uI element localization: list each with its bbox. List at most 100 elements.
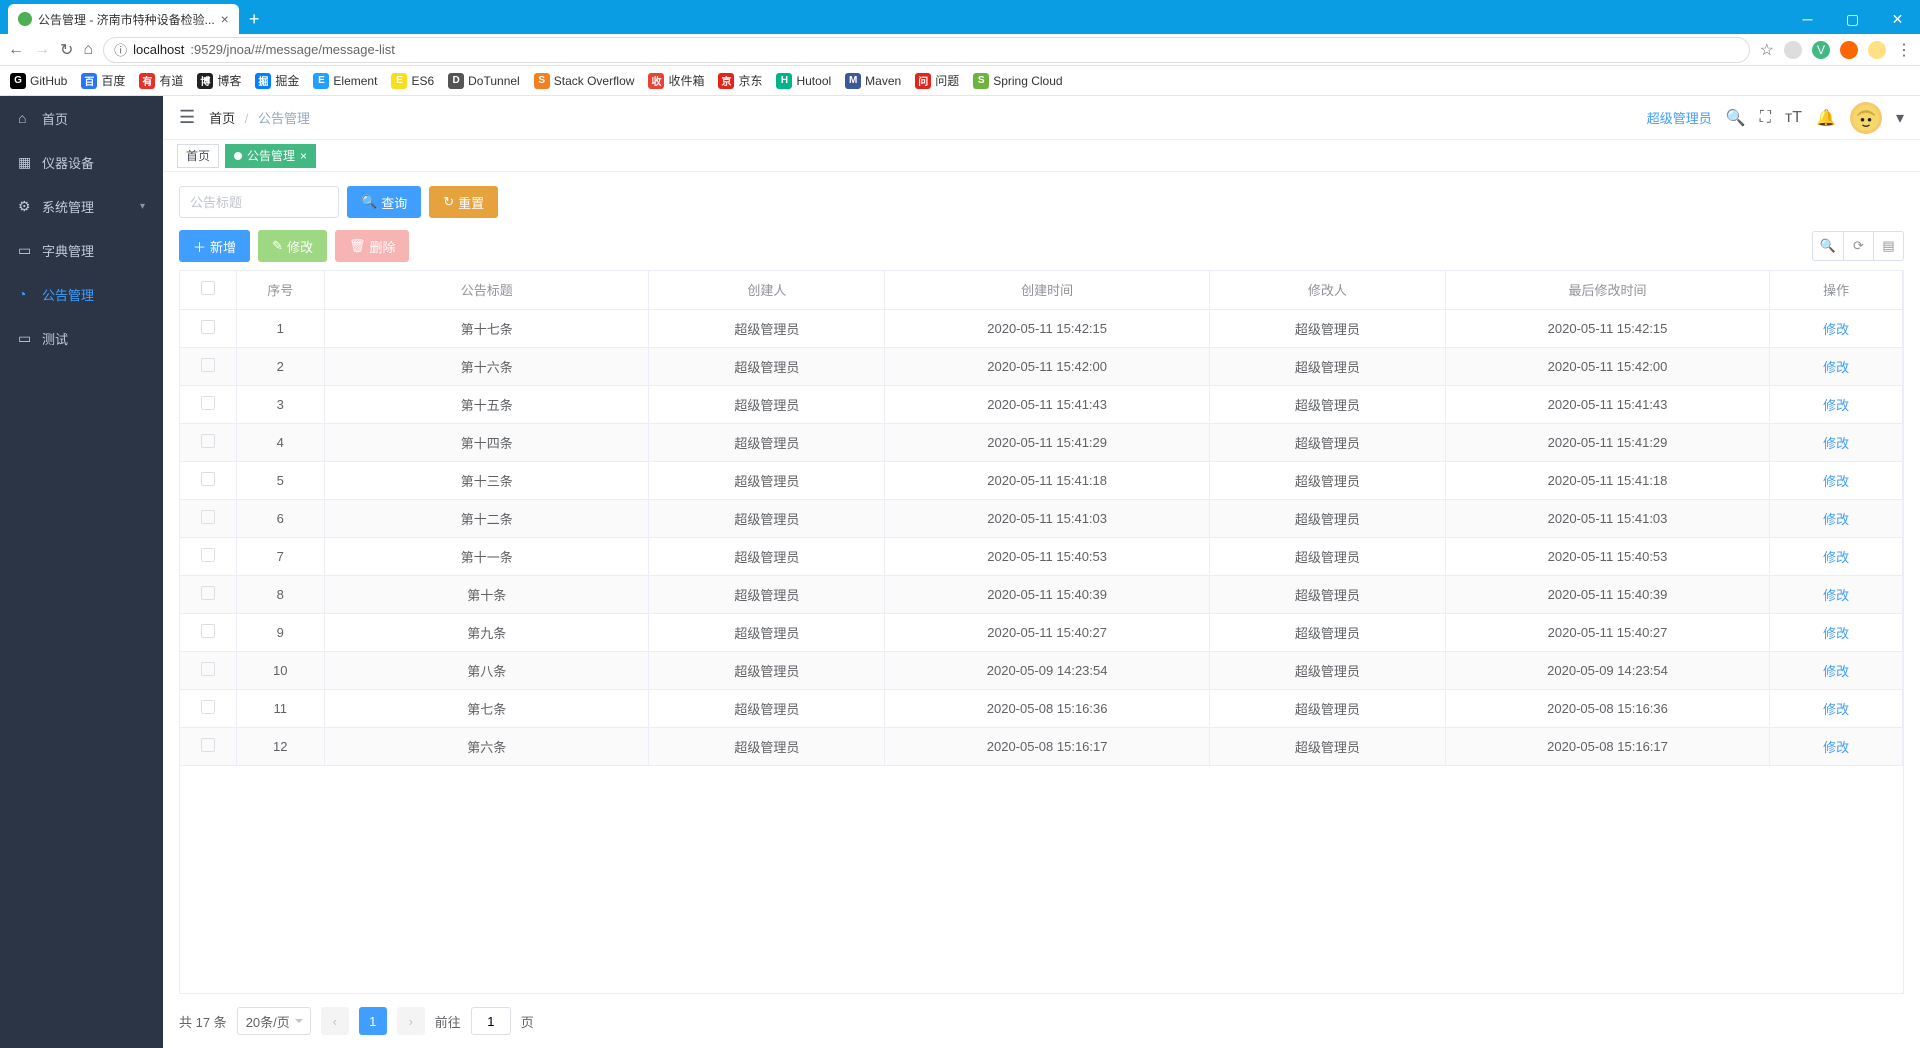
current-user[interactable]: 超级管理员 [1647,108,1712,127]
close-window-button[interactable]: ✕ [1875,4,1920,34]
sidebar-item[interactable]: ◔公告管理 [0,272,163,316]
home-button[interactable]: ⌂ [83,41,93,59]
tool-search-icon[interactable]: 🔍 [1813,232,1843,260]
table-row[interactable]: 2第十六条超级管理员2020-05-11 15:42:00超级管理员2020-0… [180,348,1903,386]
tag-home[interactable]: 首页 [177,144,219,168]
row-checkbox[interactable] [180,500,236,538]
row-edit-link[interactable]: 修改 [1823,740,1849,755]
row-edit-link[interactable]: 修改 [1823,436,1849,451]
menu-icon[interactable]: ⋮ [1896,40,1912,60]
row-edit-link[interactable]: 修改 [1823,588,1849,603]
row-checkbox[interactable] [180,424,236,462]
add-button[interactable]: ＋ 新增 [179,230,250,262]
row-checkbox[interactable] [180,462,236,500]
row-edit-link[interactable]: 修改 [1823,398,1849,413]
page-size-select[interactable]: 20条/页 [237,1007,311,1035]
reload-button[interactable]: ↻ [60,40,73,60]
sidebar-item[interactable]: ▭字典管理 [0,228,163,272]
bookmark-item[interactable]: 问问题 [915,72,959,89]
avatar[interactable] [1850,102,1882,134]
row-edit-link[interactable]: 修改 [1823,626,1849,641]
pager-page-1[interactable]: 1 [359,1007,387,1035]
tool-columns-icon[interactable]: ▤ [1873,232,1903,260]
caret-down-icon[interactable]: ▾ [1896,108,1904,128]
row-edit-link[interactable]: 修改 [1823,512,1849,527]
bookmark-item[interactable]: 博博客 [197,72,241,89]
minimize-button[interactable]: ─ [1785,4,1830,34]
edit-button[interactable]: ✎ 修改 [258,230,327,262]
tag-active[interactable]: 公告管理 × [225,144,316,168]
bookmark-item[interactable]: 百百度 [81,72,125,89]
table-row[interactable]: 8第十条超级管理员2020-05-11 15:40:39超级管理员2020-05… [180,576,1903,614]
row-edit-link[interactable]: 修改 [1823,474,1849,489]
search-button[interactable]: 🔍 查询 [347,186,421,218]
bookmark-item[interactable]: DDoTunnel [448,73,520,89]
textsize-icon[interactable]: ᴛT [1785,109,1802,127]
bookmark-item[interactable]: 收收件箱 [648,72,704,89]
table-row[interactable]: 5第十三条超级管理员2020-05-11 15:41:18超级管理员2020-0… [180,462,1903,500]
bookmark-item[interactable]: SStack Overflow [534,73,635,89]
sidebar-item[interactable]: ▦仪器设备 [0,140,163,184]
tag-close-icon[interactable]: × [300,149,307,163]
maximize-button[interactable]: ▢ [1830,4,1875,34]
bell-icon[interactable]: 🔔 [1816,108,1836,128]
table-row[interactable]: 9第九条超级管理员2020-05-11 15:40:27超级管理员2020-05… [180,614,1903,652]
sidebar-item[interactable]: ⚙系统管理▾ [0,184,163,228]
hamburger-icon[interactable]: ☰ [179,107,195,128]
bookmark-item[interactable]: 京京东 [718,72,762,89]
table-row[interactable]: 10第八条超级管理员2020-05-09 14:23:54超级管理员2020-0… [180,652,1903,690]
row-checkbox[interactable] [180,538,236,576]
row-checkbox[interactable] [180,690,236,728]
row-checkbox[interactable] [180,348,236,386]
row-edit-link[interactable]: 修改 [1823,550,1849,565]
sidebar-item[interactable]: ▭测试 [0,316,163,360]
bookmark-item[interactable]: HHutool [776,73,831,89]
forward-button[interactable]: → [34,41,50,59]
pager-next[interactable]: › [397,1007,425,1035]
bookmark-item[interactable]: EES6 [391,73,434,89]
bookmark-item[interactable]: EElement [313,73,377,89]
star-icon[interactable]: ☆ [1760,40,1774,60]
table-row[interactable]: 12第六条超级管理员2020-05-08 15:16:17超级管理员2020-0… [180,728,1903,766]
row-checkbox[interactable] [180,614,236,652]
row-edit-link[interactable]: 修改 [1823,664,1849,679]
sidebar-item[interactable]: ⌂首页 [0,96,163,140]
url-bar[interactable]: ⓘ localhost:9529/jnoa/#/message/message-… [103,37,1750,63]
bookmark-item[interactable]: SSpring Cloud [973,73,1062,89]
pager-goto-input[interactable] [471,1007,511,1035]
table-row[interactable]: 3第十五条超级管理员2020-05-11 15:41:43超级管理员2020-0… [180,386,1903,424]
row-checkbox[interactable] [180,576,236,614]
table-row[interactable]: 4第十四条超级管理员2020-05-11 15:41:29超级管理员2020-0… [180,424,1903,462]
table-row[interactable]: 6第十二条超级管理员2020-05-11 15:41:03超级管理员2020-0… [180,500,1903,538]
site-info-icon[interactable]: ⓘ [114,40,127,59]
col-checkbox[interactable] [180,271,236,309]
browser-tab[interactable]: 公告管理 - 济南市特种设备检验... × [8,4,239,34]
bookmark-item[interactable]: MMaven [845,73,901,89]
row-checkbox[interactable] [180,310,236,348]
delete-button[interactable]: 🗑 删除 [335,230,410,262]
row-checkbox[interactable] [180,386,236,424]
close-icon[interactable]: × [221,11,229,27]
bookmark-item[interactable]: GGitHub [10,73,67,89]
bookmark-item[interactable]: 有有道 [139,72,183,89]
search-icon[interactable]: 🔍 [1726,108,1746,128]
breadcrumb-home[interactable]: 首页 [209,111,235,126]
row-edit-link[interactable]: 修改 [1823,360,1849,375]
new-tab-button[interactable]: + [239,5,270,34]
row-checkbox[interactable] [180,728,236,766]
row-edit-link[interactable]: 修改 [1823,702,1849,717]
tool-refresh-icon[interactable]: ⟳ [1843,232,1873,260]
bookmark-item[interactable]: 掘掘金 [255,72,299,89]
pager-prev[interactable]: ‹ [321,1007,349,1035]
row-checkbox[interactable] [180,652,236,690]
table-row[interactable]: 1第十七条超级管理员2020-05-11 15:42:15超级管理员2020-0… [180,310,1903,348]
reset-button[interactable]: ↻ 重置 [429,186,498,218]
table-row[interactable]: 7第十一条超级管理员2020-05-11 15:40:53超级管理员2020-0… [180,538,1903,576]
back-button[interactable]: ← [8,41,24,59]
ext-icon-2[interactable] [1840,41,1858,59]
table-row[interactable]: 11第七条超级管理员2020-05-08 15:16:36超级管理员2020-0… [180,690,1903,728]
title-filter-input[interactable] [179,186,339,218]
vue-devtools-icon[interactable]: V [1812,41,1830,59]
profile-icon[interactable] [1868,41,1886,59]
fullscreen-icon[interactable]: ⛶ [1760,109,1771,127]
